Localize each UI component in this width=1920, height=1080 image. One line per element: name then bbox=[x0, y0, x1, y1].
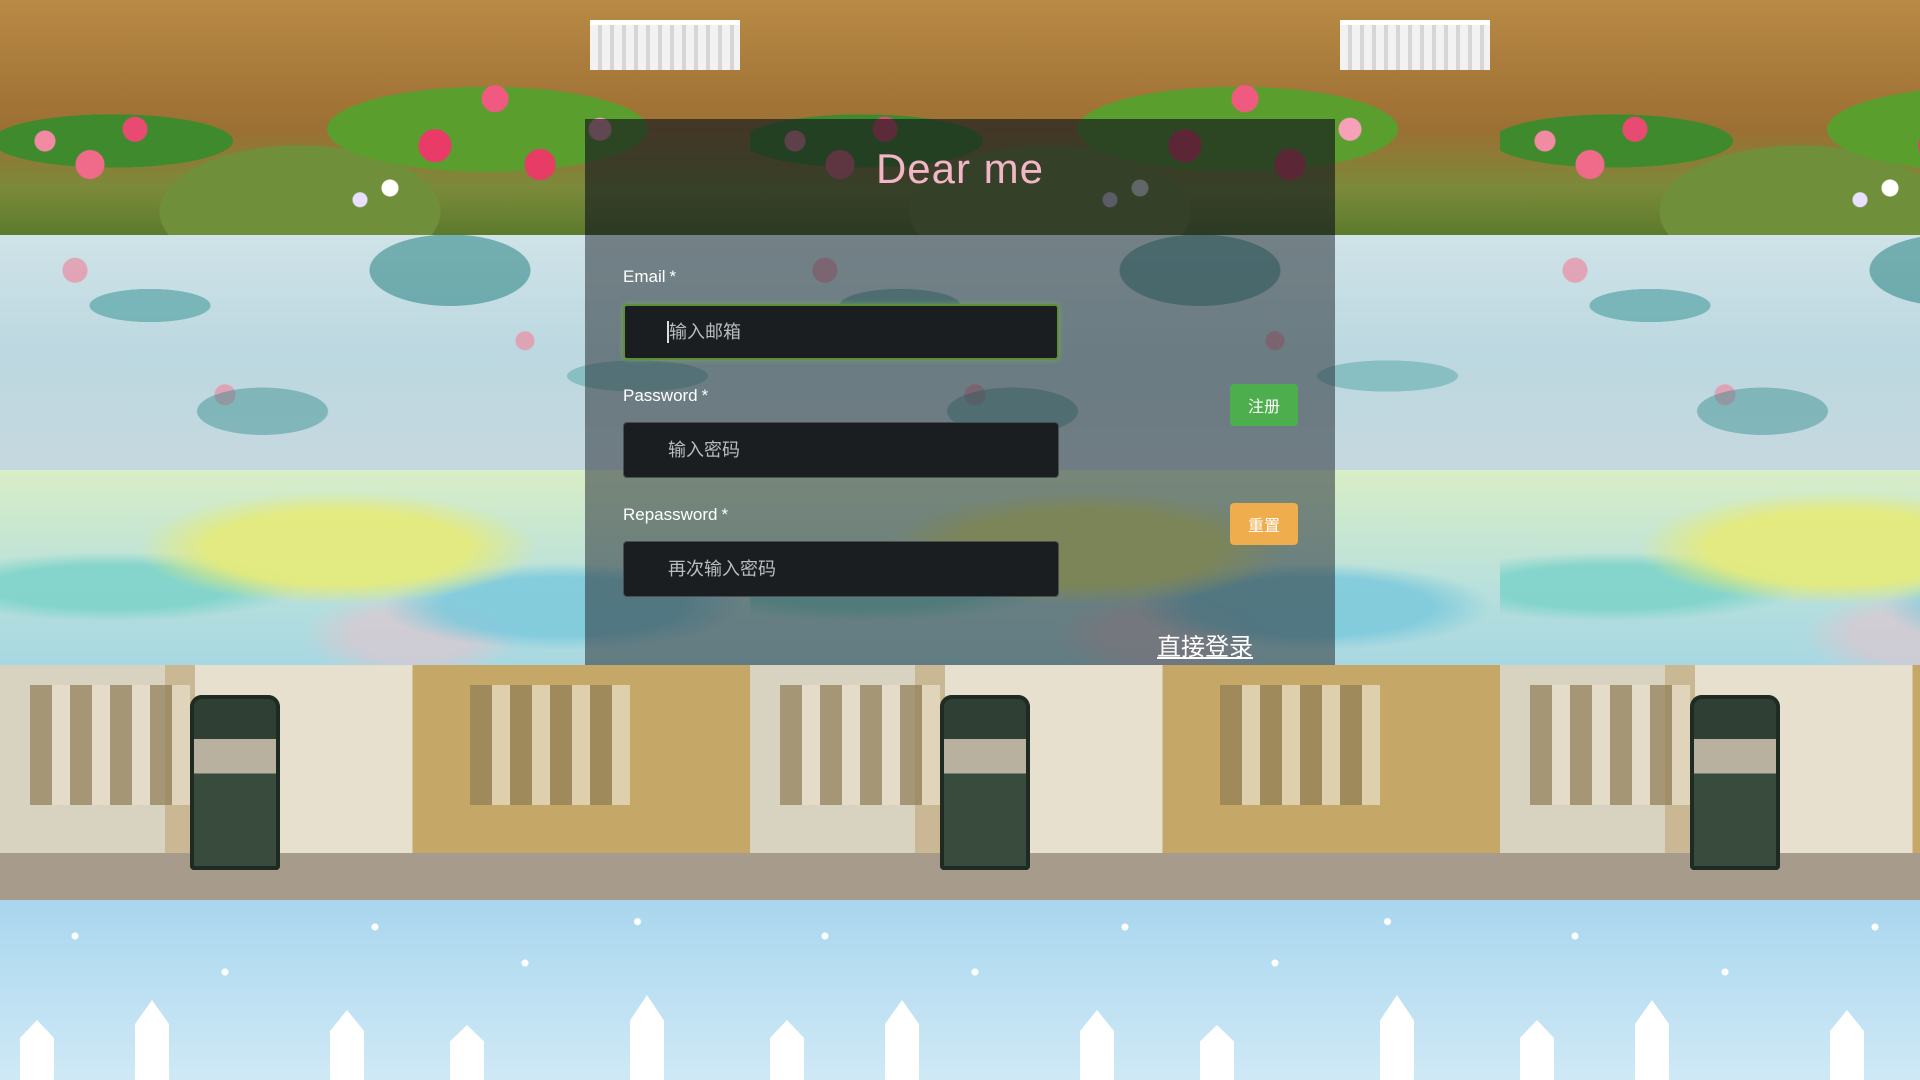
text-caret bbox=[667, 321, 669, 343]
password-input[interactable] bbox=[623, 422, 1059, 478]
repassword-label: Repassword * bbox=[623, 505, 728, 525]
panel-header: Dear me bbox=[585, 119, 1335, 235]
repassword-required-mark: * bbox=[721, 505, 729, 524]
background-sky-houses-illustration bbox=[0, 900, 1920, 1080]
register-button[interactable]: 注册 bbox=[1230, 384, 1298, 426]
repassword-input[interactable] bbox=[623, 541, 1059, 597]
email-required-mark: * bbox=[669, 267, 677, 286]
email-input[interactable] bbox=[623, 304, 1059, 360]
tram-image bbox=[1690, 695, 1780, 870]
repassword-label-text: Repassword bbox=[623, 505, 718, 524]
background-street-tram-photo bbox=[0, 665, 1920, 900]
tram-image bbox=[190, 695, 280, 870]
email-label-text: Email bbox=[623, 267, 666, 286]
direct-login-link[interactable]: 直接登录 bbox=[1157, 627, 1253, 662]
reset-button[interactable]: 重置 bbox=[1230, 503, 1298, 545]
password-required-mark: * bbox=[701, 386, 709, 405]
app-title: Dear me bbox=[875, 145, 1045, 192]
register-panel: Dear me Email* Password* Repassword* 注册 … bbox=[585, 119, 1335, 665]
email-label: Email * bbox=[623, 267, 676, 287]
tram-image bbox=[940, 695, 1030, 870]
password-label-text: Password bbox=[623, 386, 698, 405]
password-label: Password * bbox=[623, 386, 708, 406]
